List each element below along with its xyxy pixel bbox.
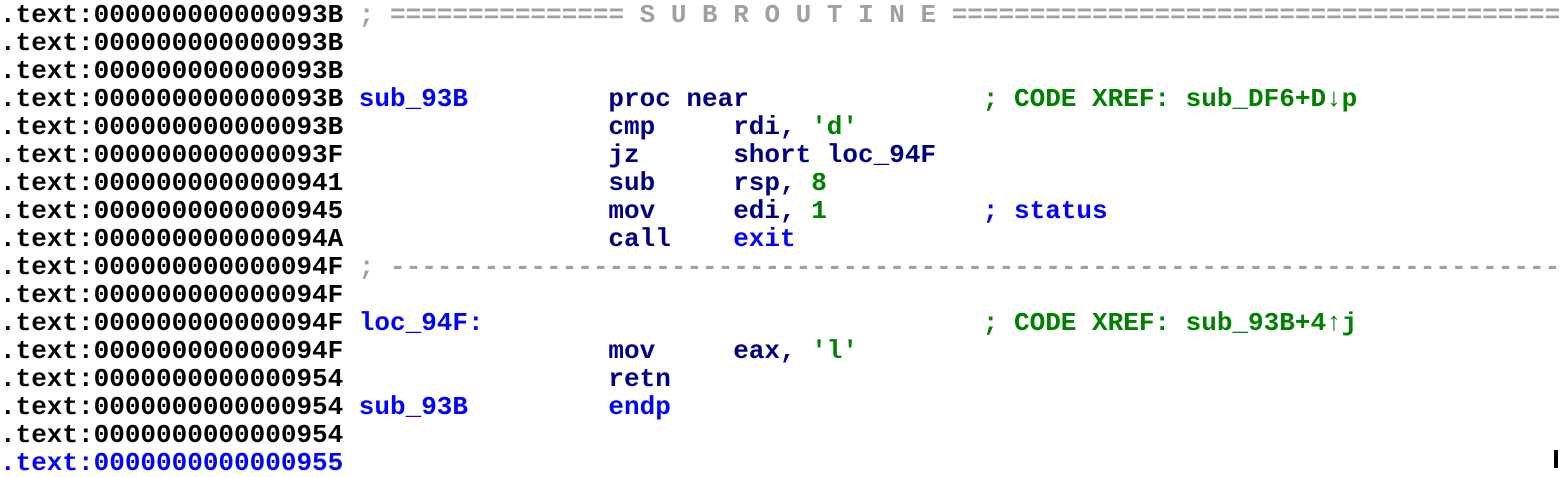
listing-line[interactable]: .text:000000000000093B ; =============== …: [0, 1, 1562, 29]
separator: ; --------------------------------------…: [358, 253, 1561, 281]
listing-line[interactable]: .text:000000000000094F: [0, 281, 1562, 309]
listing-line[interactable]: .text:0000000000000954 sub_93B endp: [0, 393, 1562, 421]
listing-line[interactable]: .text:000000000000093B sub_93B proc near ; …: [0, 85, 1562, 113]
label[interactable]: endp: [608, 393, 670, 421]
listing-line[interactable]: .text:000000000000094A call exit: [0, 225, 1562, 253]
address: .text:000000000000093B: [0, 85, 344, 113]
listing-line[interactable]: .text:0000000000000941 sub rsp, 8: [0, 169, 1562, 197]
operand[interactable]: rsp,: [733, 169, 795, 197]
mnemonic: sub: [608, 169, 656, 197]
listing-line[interactable]: .text:0000000000000954 retn: [0, 365, 1562, 393]
listing-line[interactable]: .text:000000000000093B cmp rdi, 'd': [0, 113, 1562, 141]
operand[interactable]: rdi,: [733, 113, 795, 141]
disassembly-listing[interactable]: .text:000000000000093B ; =============== …: [0, 1, 1562, 477]
label[interactable]: sub_93B: [359, 393, 468, 421]
immediate: 1: [811, 197, 827, 225]
address: .text:000000000000093B: [0, 29, 344, 57]
immediate: 8: [811, 169, 827, 197]
address: .text:000000000000094F: [0, 309, 344, 337]
label[interactable]: loc_94F:: [359, 309, 484, 337]
address: .text:000000000000094F: [0, 337, 344, 365]
listing-line[interactable]: .text:000000000000093B: [0, 57, 1562, 85]
comment: ; status: [982, 197, 1108, 225]
operand[interactable]: eax,: [733, 337, 795, 365]
listing-line[interactable]: .text:0000000000000945 mov edi, 1 ; status: [0, 197, 1562, 225]
listing-line[interactable]: .text:000000000000094F mov eax, 'l': [0, 337, 1562, 365]
label[interactable]: sub_93B: [359, 85, 468, 113]
address: .text:0000000000000954: [0, 393, 344, 421]
address: .text:0000000000000954: [0, 365, 344, 393]
immediate: 'd': [811, 113, 858, 141]
xref-comment[interactable]: ; CODE XREF: sub_93B+4↑j: [983, 309, 1357, 337]
mnemonic: cmp: [608, 113, 656, 141]
address: .text:0000000000000955: [0, 449, 344, 477]
listing-line[interactable]: .text:000000000000093B: [0, 29, 1562, 57]
label[interactable]: exit: [733, 225, 795, 253]
mnemonic: jz: [608, 141, 640, 169]
listing-line[interactable]: .text:000000000000093F jz short loc_94F: [0, 141, 1562, 169]
address: .text:000000000000093F: [0, 141, 344, 169]
operand[interactable]: short loc_94F: [733, 141, 936, 169]
address: .text:000000000000093B: [0, 57, 344, 85]
separator: ; =============== S U B R O U T I N E ==…: [358, 1, 1561, 29]
mnemonic: mov: [608, 197, 656, 225]
address: .text:0000000000000941: [0, 169, 344, 197]
address: .text:000000000000093B: [0, 113, 344, 141]
address: .text:0000000000000945: [0, 197, 344, 225]
listing-line[interactable]: .text:000000000000094F ; ----------------…: [0, 253, 1562, 281]
text-cursor: [1554, 450, 1558, 468]
operand[interactable]: edi,: [733, 197, 795, 225]
listing-line[interactable]: .text:000000000000094F loc_94F: ; CODE XRE…: [0, 309, 1562, 337]
mnemonic: proc near: [608, 85, 749, 113]
address: .text:000000000000094F: [0, 253, 344, 281]
xref-comment[interactable]: ; CODE XREF: sub_DF6+D↓p: [983, 85, 1357, 113]
mnemonic: call: [608, 225, 671, 253]
listing-line[interactable]: .text:0000000000000954: [0, 421, 1562, 449]
listing-line[interactable]: .text:0000000000000955: [0, 449, 1562, 477]
address: .text:000000000000094F: [0, 281, 344, 309]
mnemonic: mov: [608, 337, 656, 365]
immediate: 'l': [811, 337, 858, 365]
mnemonic: retn: [608, 365, 671, 393]
address: .text:000000000000094A: [0, 225, 344, 253]
address: .text:0000000000000954: [0, 421, 344, 449]
address: .text:000000000000093B: [0, 1, 344, 29]
